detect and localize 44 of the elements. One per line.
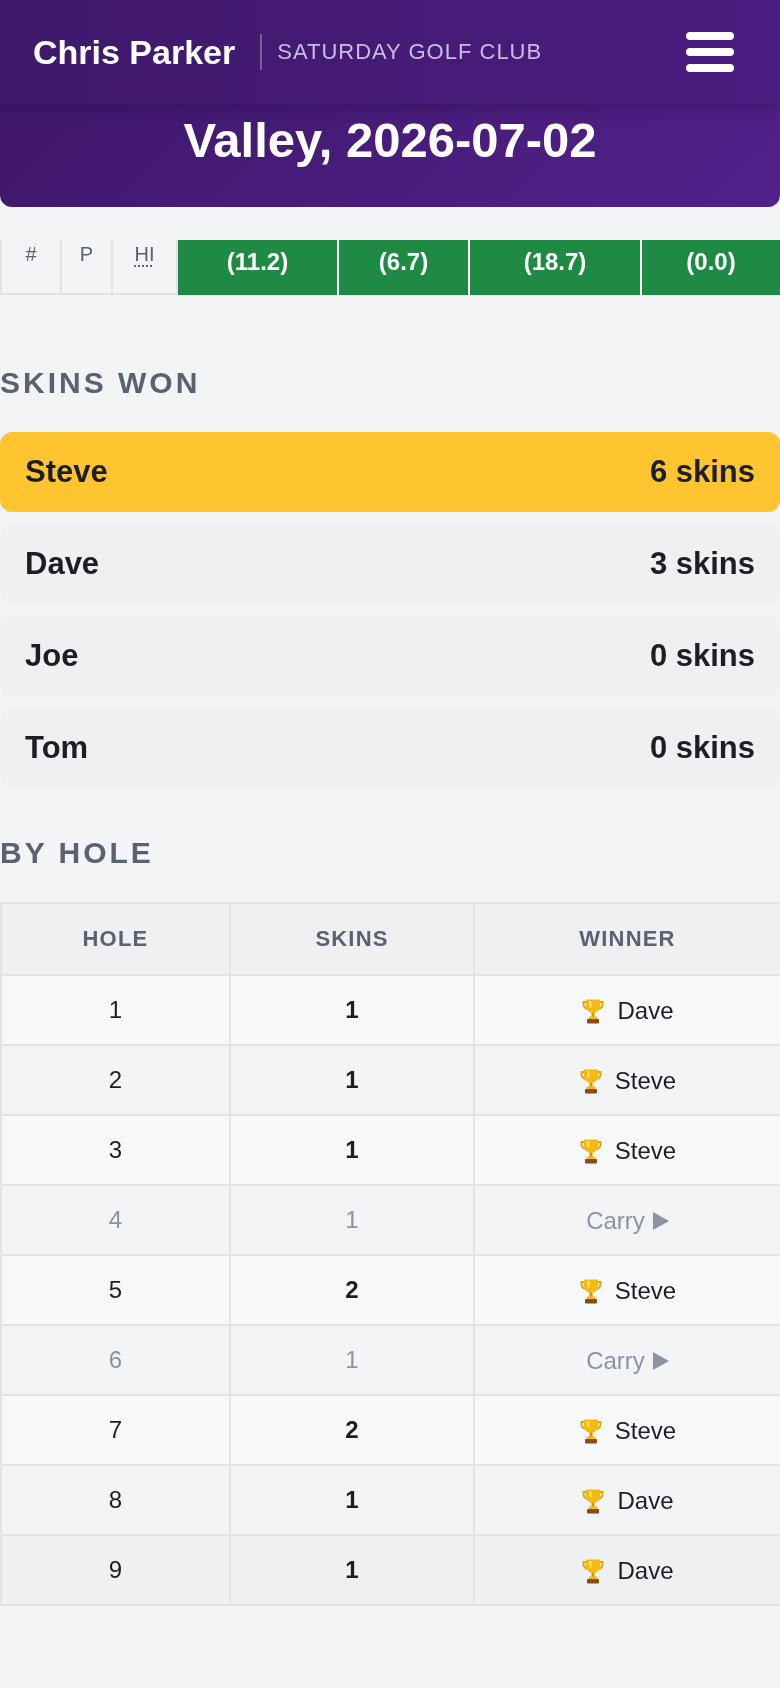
column-header: WINNER [474,903,780,975]
triangle-icon [652,1351,669,1370]
handicap-cell: (6.7) [339,240,470,295]
column-header: HI [113,240,178,295]
winner-name: Dave [617,1486,674,1515]
trophy-icon [578,1417,603,1444]
winner-name: Steve [614,1136,677,1165]
carry-label: Carry [586,1206,645,1235]
handicap-cell: (11.2) [178,240,339,295]
triangle-icon [652,1211,669,1230]
winner-name: Dave [617,996,674,1025]
trophy-icon [578,1137,603,1164]
table-cell: 9 [1,1535,230,1605]
section-heading: BY HOLE [0,835,155,871]
column-header: P [62,240,113,295]
menu-icon[interactable] [686,32,734,72]
club-name: SATURDAY GOLF CLUB [277,39,543,65]
player-name: Dave [25,546,100,582]
carry-label: Carry [586,1346,645,1375]
user-name: Chris Parker [33,32,236,72]
trophy-icon [581,1557,606,1584]
player-name: Steve [25,454,108,490]
table-cell: 1 [230,1535,474,1605]
skins-count: 0 skins [649,730,755,766]
handicap-cell: (18.7) [470,240,642,295]
column-header: HOLE [1,903,230,975]
skins-count: 6 skins [649,454,755,490]
skins-count: 3 skins [649,546,755,582]
section-heading: SKINS WON [0,365,202,401]
trophy-icon [581,1487,606,1514]
winner-name: Steve [614,1066,677,1095]
trophy-icon [581,997,606,1024]
player-name: Tom [25,730,89,766]
page-title: Valley, 2026-07-02 [182,112,598,169]
winner-name: Steve [614,1276,677,1305]
winner-name: Dave [617,1556,674,1585]
winner-name: Steve [614,1416,677,1445]
handicap-cell: (0.0) [642,240,780,295]
player-name: Joe [25,638,79,674]
column-header: SKINS [230,903,474,975]
trophy-icon [578,1277,603,1304]
column-header: # [0,240,62,295]
trophy-icon [578,1067,603,1094]
skins-count: 0 skins [649,638,755,674]
